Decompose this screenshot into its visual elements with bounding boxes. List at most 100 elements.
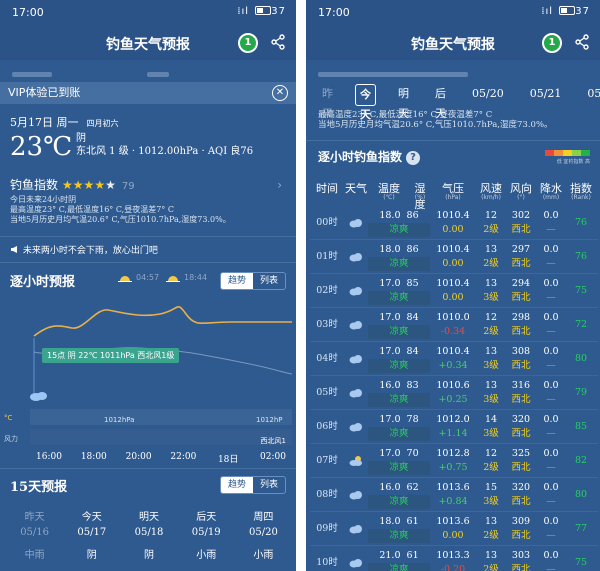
star-rating: ★★★★★ [62,178,116,192]
hourly-trend-chart[interactable] [0,292,296,452]
battery-icon [559,6,576,15]
system-nav-bar [306,553,600,571]
sunset-time: 18:44 [184,273,208,282]
wind-speed-cell: 12 2级 [476,308,506,341]
share-icon[interactable] [270,34,286,50]
humidity-value: 61 [406,516,419,527]
current-weather: 阴 东北风 1 级 · 1012.00hPa · AQI 良76 [76,132,253,158]
wind-direction: 西北 [511,428,531,439]
pressure-cell: 1010.0 -0.34 [430,308,476,341]
humidity-value: 78 [406,414,419,425]
summary-line: 最高温度23° C,最低温度16° C,昼夜温差7° C [318,110,493,120]
wind-degree: 298 [511,312,531,323]
rain-value: 0.0 [543,244,559,255]
toggle-list[interactable]: 列表 [253,273,285,289]
date-text: 5月17日 周一 [10,116,79,129]
level-badge-icon[interactable]: 1 [238,33,258,53]
toggle-list[interactable]: 列表 [253,477,285,493]
unit-cell: (°) [517,194,525,201]
rain-cell: 0.0 — [536,308,566,341]
wind-dir-cell: 320 西北 [506,410,536,443]
day-weather: 小雨 [196,550,217,561]
wind-degree: 294 [511,278,531,289]
tab-day[interactable]: 后天 [431,84,450,120]
wind-level: 3级 [483,428,499,439]
pressure-change: +1.14 [438,428,468,439]
index-value: 77 [574,523,588,534]
hour-tick: 20:00 [125,452,152,462]
pressure-change: 0.00 [442,530,464,541]
help-icon[interactable]: ? [406,151,421,165]
wind-dir-cell: 308 西北 [506,342,536,375]
wind-dir-cell: 320 西北 [506,478,536,511]
rain-alert-text: 未来两小时不会下雨，放心出门吧 [22,246,158,256]
index-value: 72 [574,319,588,330]
vip-banner[interactable]: VIP体验已到账 ✕ [0,82,296,104]
tab-day[interactable]: 05/21 [526,84,566,106]
day-name[interactable]: 今天 [63,508,120,523]
day-weather: 阴 [86,550,97,561]
day-name[interactable]: 昨天 [6,508,63,523]
index-value: 76 [574,217,588,228]
temperature-axis-label: °C [4,414,13,422]
rain-cell: 0.0 — [536,206,566,239]
day-name[interactable]: 周四 [235,508,292,523]
temp-hum-cell: 16.0 62 凉爽 [368,478,430,511]
temp-value: 17.0 [379,346,401,357]
day-date: 05/16 [20,527,50,538]
current-temperature: 23℃ [10,132,73,162]
toggle-trend[interactable]: 趋势 [220,273,253,289]
hour-tick: 02:00 [260,452,286,462]
rain-cell: 0.0 — [536,342,566,375]
tab-day[interactable]: 昨天 [318,84,337,120]
wind-speed-value: 14 [484,414,498,425]
comfort-badge: 凉爽 [368,291,430,305]
cloud-icon [349,491,362,500]
close-icon[interactable]: ✕ [272,85,288,101]
status-bar: 17:00 ⁞ıl 37 [0,0,296,26]
pressure-value: 1012.8 [436,448,470,459]
fishing-index[interactable]: 钓鱼指数 ★★★★★ 79 [10,176,135,193]
day-name[interactable]: 明天 [120,508,177,523]
daily-title: 15天预报 [10,480,68,495]
wind-level: 3级 [483,496,499,507]
tab-day[interactable]: 明天 [394,84,413,120]
wind-direction: 西北 [511,292,531,303]
tab-day[interactable]: 05/ [583,84,600,106]
rain-value: 0.0 [543,414,559,425]
pressure-change: 0.00 [442,258,464,269]
rain-note: — [546,462,556,473]
index-value: 76 [574,251,588,262]
day-name[interactable]: 后天 [178,508,235,523]
hour-cell: 01时 [316,251,338,262]
unit-cell: (hPa) [445,194,461,201]
rain-note: — [546,326,556,337]
legend-swatch [572,150,581,156]
weather-cell [344,206,368,239]
temp-hum-values: 17.0 85 [368,277,430,291]
chevron-right-icon[interactable]: › [277,178,282,192]
pressure-value: 1010.4 [436,210,470,221]
wind-band [30,429,292,445]
table-row: 09时 18.0 61 凉爽 1013.6 0.00 13 2级 309 西北 0.0—77 [310,512,598,546]
rain-value: 0.0 [543,448,559,459]
temp-hum-cell: 17.0 84 凉爽 [368,308,430,341]
toggle-trend[interactable]: 趋势 [220,477,253,493]
tab-day[interactable]: 05/20 [468,84,508,106]
temp-hum-cell: 18.0 86 凉爽 [368,206,430,239]
rain-cell: 0.0 — [536,444,566,477]
humidity-value: 70 [406,448,419,459]
unit-cell: (%) [414,194,426,201]
tab-day-active[interactable]: 今天 [355,84,376,121]
hour-tick: 18日 [217,455,239,465]
vip-banner-text: VIP体验已到账 [8,86,81,99]
temp-value: 18.0 [379,516,401,527]
app-header: 钓鱼天气预报 1 [306,26,600,60]
humidity-value: 86 [406,244,419,255]
temp-hum-cell: 18.0 61 凉爽 [368,512,430,545]
level-badge-icon[interactable]: 1 [542,33,562,53]
pressure-cell: 1010.4 0.00 [430,240,476,273]
pressure-cell: 1013.6 0.00 [430,512,476,545]
share-icon[interactable] [574,34,590,50]
cloud-icon [349,287,362,296]
